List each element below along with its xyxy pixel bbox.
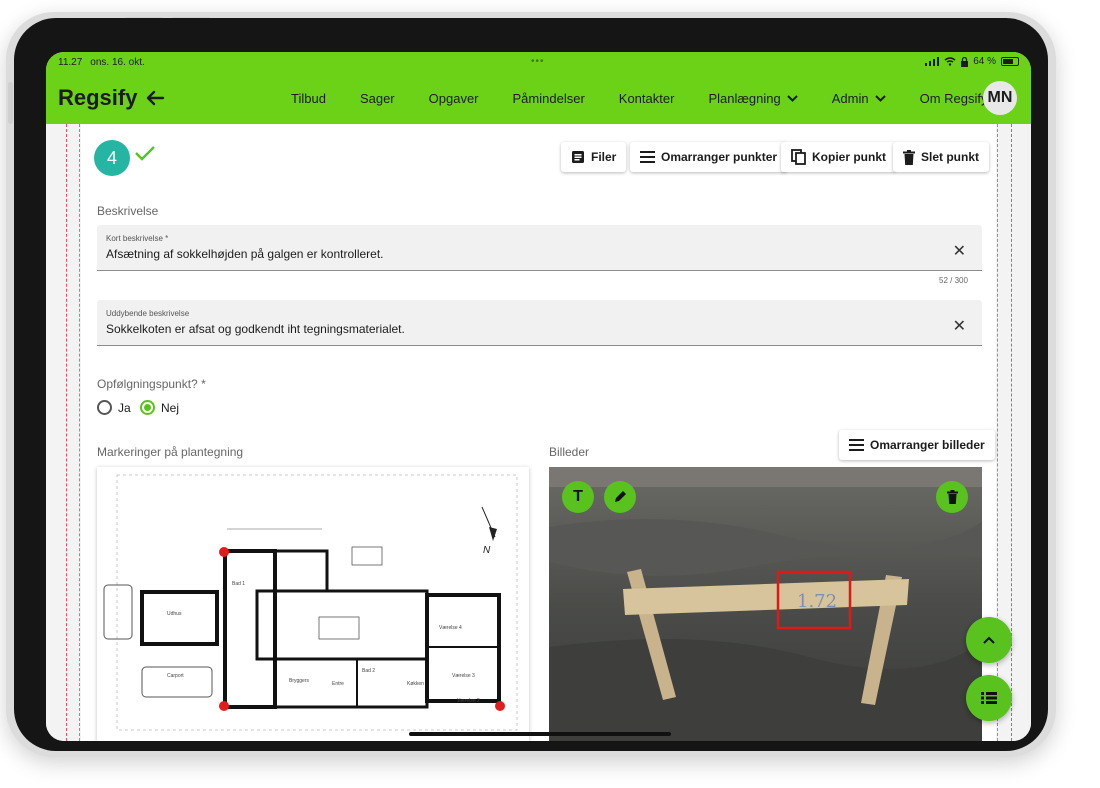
multitask-dots-icon[interactable]: ••• <box>531 56 545 67</box>
chevron-up-icon <box>983 636 995 644</box>
field-label: Uddybende beskrivelse <box>106 309 190 318</box>
svg-text:Carport: Carport <box>167 673 184 679</box>
lock-rotation-icon <box>961 56 969 67</box>
clear-icon[interactable]: ✕ <box>953 316 966 336</box>
divider <box>66 124 67 741</box>
svg-text:Værelse 4: Værelse 4 <box>439 625 462 631</box>
svg-text:Køkken: Køkken <box>407 681 424 687</box>
rearrange-points-button[interactable]: Omarranger punkter <box>630 142 788 172</box>
status-date: ons. 16. okt. <box>90 56 145 68</box>
side-button <box>8 82 13 124</box>
delete-point-button[interactable]: Slet punkt <box>893 142 990 172</box>
nav-item-kontakter[interactable]: Kontakter <box>619 91 675 106</box>
svg-text:Værelse 3: Værelse 3 <box>452 673 475 679</box>
files-button[interactable]: Filer <box>561 142 627 172</box>
svg-text:Bryggers: Bryggers <box>289 678 310 684</box>
photo-annotation-text: 1.72 <box>797 591 837 612</box>
checkmark-icon <box>135 146 155 161</box>
draw-tool-icon[interactable] <box>604 481 636 513</box>
radio-yes[interactable]: Ja <box>97 400 131 415</box>
nav-item-planlaegning[interactable]: Planlægning <box>708 91 798 106</box>
svg-text:Udhus: Udhus <box>167 611 182 617</box>
battery-icon <box>1001 57 1019 66</box>
status-time: 11.27 <box>58 56 83 68</box>
images-label: Billeder <box>549 445 590 459</box>
nav-item-sager[interactable]: Sager <box>360 91 395 106</box>
document-icon <box>572 151 584 163</box>
list-lines-icon <box>640 151 655 163</box>
battery-percent: 64 % <box>973 56 996 67</box>
radio-no[interactable]: Nej <box>140 400 179 415</box>
copy-icon <box>791 149 806 165</box>
delete-image-icon[interactable] <box>936 481 968 513</box>
nav-item-tilbud[interactable]: Tilbud <box>291 91 326 106</box>
radio-circle[interactable] <box>97 400 112 415</box>
svg-text:Værelse 2: Værelse 2 <box>457 698 480 704</box>
screen: 11.27 ons. 16. okt. ••• 64 % Regsify Til… <box>46 52 1031 741</box>
back-arrow-icon[interactable] <box>145 90 165 106</box>
brand[interactable]: Regsify <box>58 85 165 111</box>
chevron-down-icon <box>787 94 798 102</box>
svg-text:Bad 1: Bad 1 <box>232 581 245 587</box>
radio-circle-selected[interactable] <box>140 400 155 415</box>
char-counter: 52 / 300 <box>939 276 968 285</box>
scroll-up-button[interactable] <box>966 617 1012 663</box>
svg-text:Entre: Entre <box>332 681 344 687</box>
status-bar: 11.27 ons. 16. okt. ••• 64 % <box>46 52 1031 72</box>
divider <box>1011 124 1012 741</box>
top-nav: Regsify Tilbud Sager Opgaver Påmindelser… <box>46 72 1031 124</box>
followup-label: Opfølgningspunkt? * <box>97 377 206 391</box>
chevron-down-icon <box>874 94 886 102</box>
site-photo[interactable]: 1.72 T <box>549 467 982 741</box>
nav-menu: Tilbud Sager Opgaver Påmindelser Kontakt… <box>291 72 1031 124</box>
divider <box>79 124 80 741</box>
list-menu-button[interactable] <box>966 675 1012 721</box>
nav-item-paamindelser[interactable]: Påmindelser <box>513 91 585 106</box>
nav-item-admin[interactable]: Admin <box>832 91 886 106</box>
copy-point-button[interactable]: Kopier punkt <box>781 142 896 172</box>
list-lines-icon <box>849 439 864 451</box>
markings-label: Markeringer på plantegning <box>97 445 244 459</box>
tablet-device: 11.27 ons. 16. okt. ••• 64 % Regsify Til… <box>6 12 1056 757</box>
main-content: 4 Filer Omarranger punkter Kopier punkt … <box>46 124 1031 741</box>
floor-plan[interactable]: N Udhus Carport Bad 1 Værelse 4 Køkken V… <box>97 467 529 741</box>
brand-name: Regsify <box>58 85 138 110</box>
short-description-field[interactable]: Kort beskrivelse * Afsætning af sokkelhø… <box>97 225 982 271</box>
section-label-description: Beskrivelse <box>97 204 159 218</box>
field-value: Sokkelkoten er afsat og godkendt iht teg… <box>106 322 405 336</box>
signal-icon <box>925 57 940 66</box>
avatar[interactable]: MN <box>983 81 1017 115</box>
svg-text:Bad 2: Bad 2 <box>362 668 375 674</box>
long-description-field[interactable]: Uddybende beskrivelse Sokkelkoten er afs… <box>97 300 982 346</box>
text-tool-icon[interactable]: T <box>562 481 594 513</box>
step-number-badge: 4 <box>94 140 130 176</box>
trash-icon <box>903 149 915 165</box>
nav-item-opgaver[interactable]: Opgaver <box>429 91 479 106</box>
rearrange-images-button[interactable]: Omarranger billeder <box>839 430 995 460</box>
floor-plan-drawing: N Udhus Carport Bad 1 Værelse 4 Køkken V… <box>103 474 518 731</box>
wifi-icon <box>944 57 956 66</box>
home-indicator[interactable] <box>409 732 671 736</box>
north-label: N <box>483 545 491 556</box>
list-icon <box>981 692 997 704</box>
field-value: Afsætning af sokkelhøjden på galgen er k… <box>106 247 384 261</box>
clear-icon[interactable]: ✕ <box>953 241 966 261</box>
field-label: Kort beskrivelse * <box>106 234 169 243</box>
